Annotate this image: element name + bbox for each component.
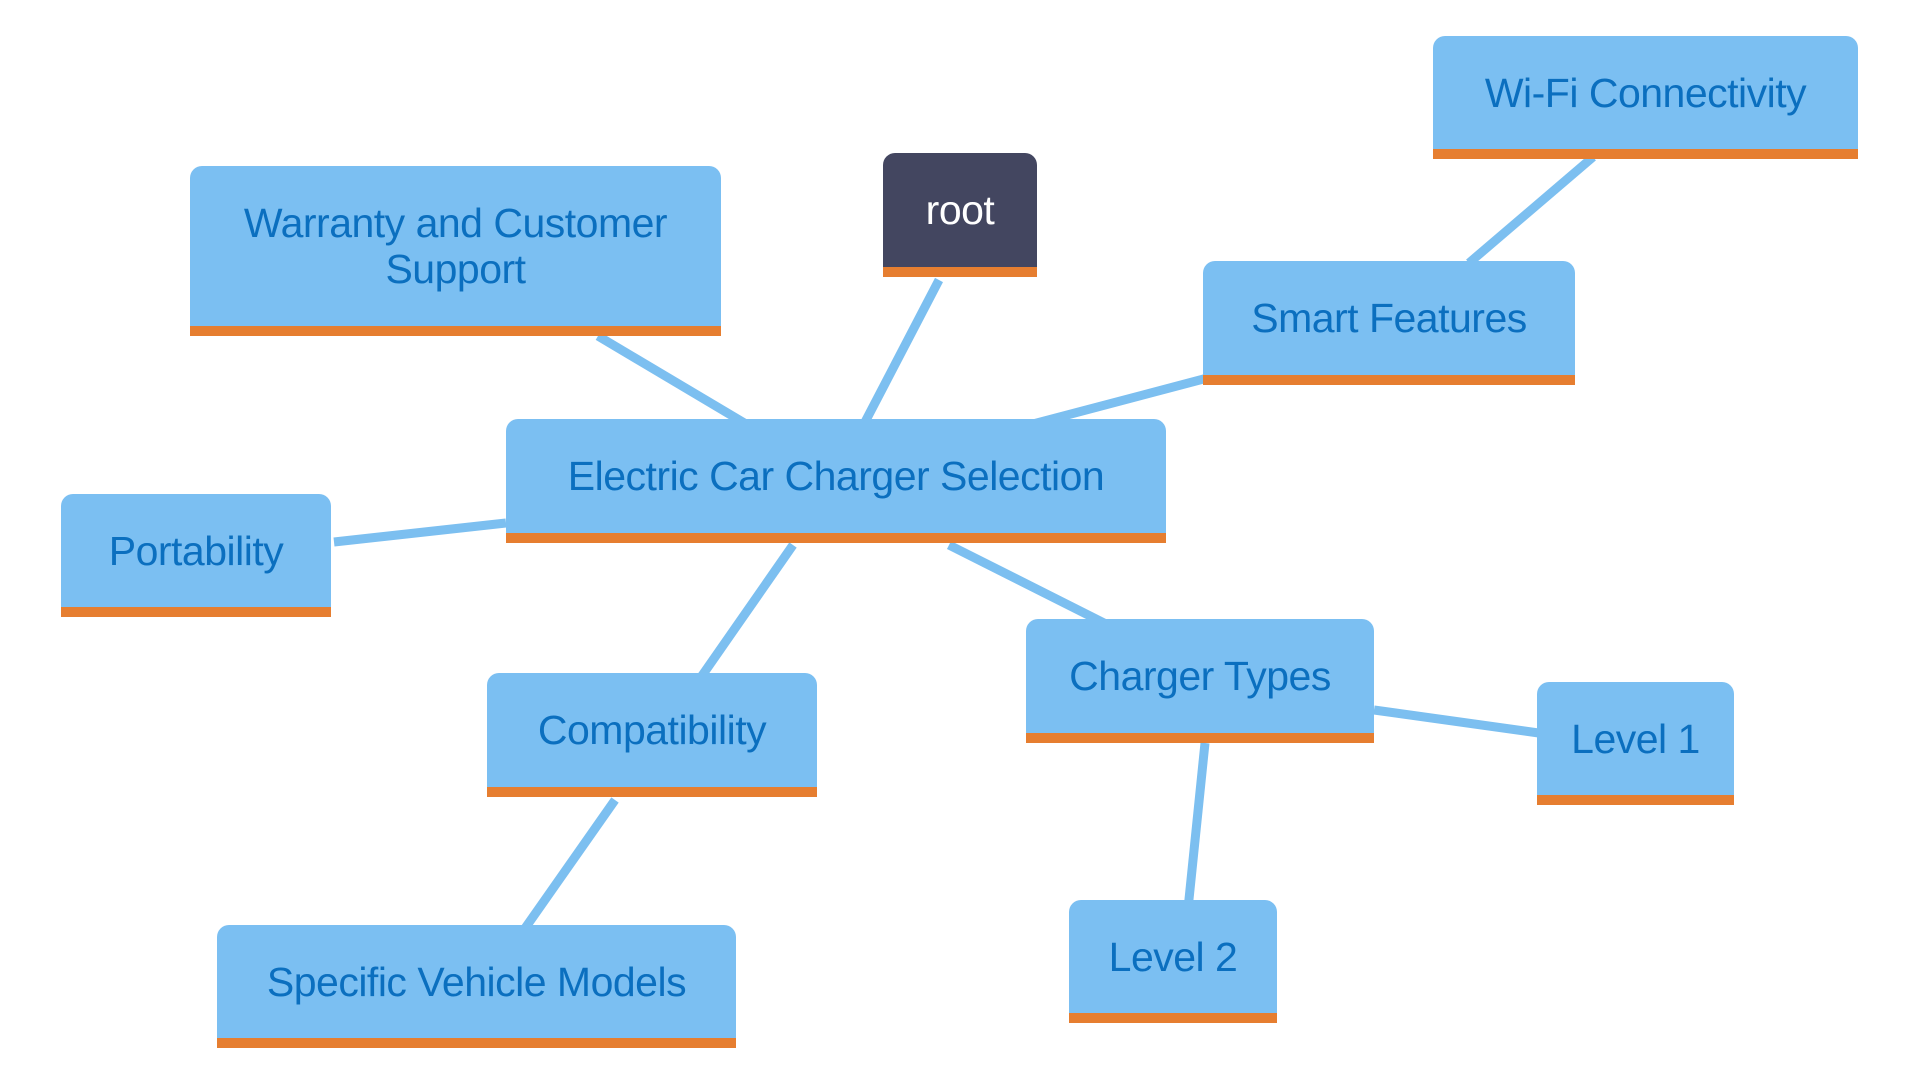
edge-smart-wifi	[1466, 153, 1596, 267]
edge-charger-types-level2	[1183, 742, 1210, 910]
node-root[interactable]: root	[883, 153, 1037, 277]
node-specific-vehicle-models[interactable]: Specific Vehicle Models	[217, 925, 736, 1048]
node-level1-label: Level 1	[1571, 715, 1700, 762]
edge-center-portability	[333, 518, 507, 547]
edge-center-warranty	[595, 332, 749, 428]
edge-center-compatibility	[695, 542, 797, 683]
node-wifi-label: Wi-Fi Connectivity	[1484, 69, 1807, 116]
node-portability-label: Portability	[108, 527, 284, 574]
node-level2-label: Level 2	[1108, 933, 1238, 980]
node-root-label: root	[925, 187, 995, 233]
node-charger-types-label: Charger Types	[1069, 653, 1331, 699]
node-specific-label: Specific Vehicle Models	[266, 958, 687, 1005]
node-compatibility-label: Compatibility	[537, 707, 767, 753]
node-compatibility[interactable]: Compatibility	[487, 673, 817, 797]
node-level-2[interactable]: Level 2	[1069, 900, 1277, 1023]
node-level-1[interactable]: Level 1	[1537, 682, 1734, 805]
edge-compatibility-specific	[517, 797, 619, 937]
edge-center-charger-types	[946, 540, 1111, 630]
node-smart-features[interactable]: Smart Features	[1203, 261, 1575, 385]
node-wifi-connectivity[interactable]: Wi-Fi Connectivity	[1433, 36, 1858, 159]
edge-root-center	[860, 277, 943, 427]
edge-charger-types-level1	[1373, 705, 1554, 740]
node-electric-car-charger-selection[interactable]: Electric Car Charger Selection	[506, 419, 1166, 543]
node-smart-label: Smart Features	[1251, 295, 1527, 341]
node-warranty-label: Warranty and Customer Support	[243, 200, 668, 292]
node-warranty-and-customer-support[interactable]: Warranty and Customer Support	[190, 166, 721, 336]
node-charger-types[interactable]: Charger Types	[1026, 619, 1374, 743]
edge-center-smart	[1031, 371, 1217, 429]
node-center-label: Electric Car Charger Selection	[567, 453, 1105, 499]
node-portability[interactable]: Portability	[61, 494, 331, 617]
